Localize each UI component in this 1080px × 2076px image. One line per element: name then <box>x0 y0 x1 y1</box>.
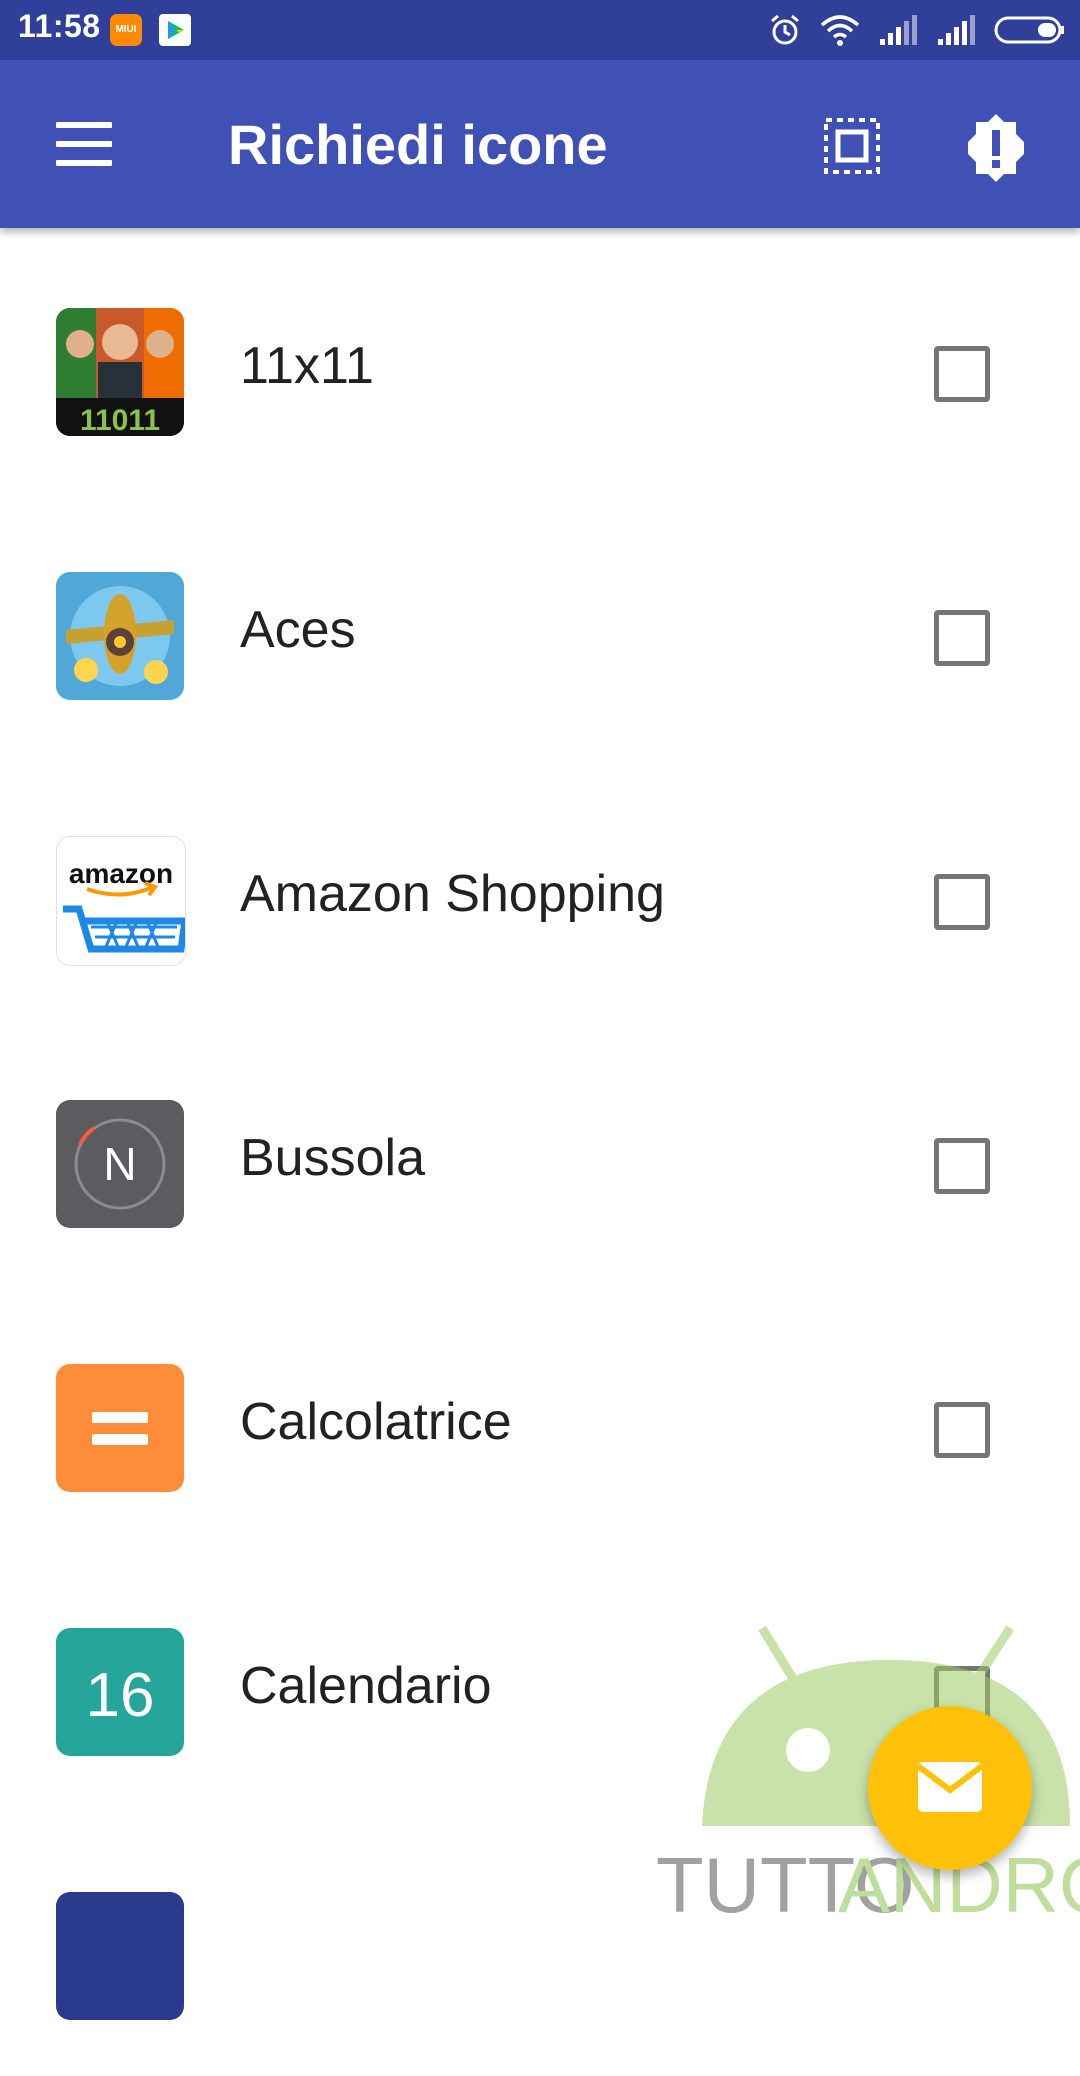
list-item[interactable]: Aces <box>0 492 1080 756</box>
compass-app-icon: N <box>56 1100 184 1228</box>
status-icons <box>768 10 1066 50</box>
11x11-app-icon: 11011 <box>56 308 184 436</box>
list-item[interactable]: amazon Amazon Shopping <box>0 756 1080 1020</box>
compass-letter: N <box>103 1138 136 1190</box>
list-item[interactable]: Calcolatrice <box>0 1284 1080 1548</box>
app-checkbox[interactable] <box>934 1138 990 1194</box>
app-label: Bussola <box>240 1129 425 1187</box>
wifi-icon <box>820 15 860 46</box>
app-label: Aces <box>240 601 356 659</box>
alarm-icon <box>771 14 799 45</box>
send-request-fab[interactable] <box>868 1706 1032 1870</box>
calendar-day: 16 <box>86 1661 155 1730</box>
battery-icon <box>994 16 1064 44</box>
calculator-app-icon <box>56 1364 184 1492</box>
mail-icon <box>916 1762 984 1812</box>
app-label: Calcolatrice <box>240 1393 512 1451</box>
11x11-icon-text: 11011 <box>80 404 160 436</box>
amazon-wordmark: amazon <box>69 858 173 889</box>
aces-app-icon <box>56 572 184 700</box>
partial-app-icon <box>56 1892 184 2020</box>
app-label: Calendario <box>240 1657 492 1715</box>
app-label: Amazon Shopping <box>240 865 665 923</box>
signal-icon <box>938 15 975 45</box>
app-checkbox[interactable] <box>934 1402 990 1458</box>
miui-notification-icon: MIUI <box>110 14 142 46</box>
calendar-app-icon: 16 <box>56 1628 184 1756</box>
signal-icon <box>880 15 917 45</box>
list-item[interactable]: 11011 11x11 <box>0 228 1080 492</box>
app-bar: Richiedi icone <box>0 60 1080 228</box>
menu-icon-line <box>56 141 112 147</box>
status-time: 11:58 <box>18 8 101 44</box>
app-checkbox[interactable] <box>934 874 990 930</box>
select-all-icon[interactable] <box>820 114 884 178</box>
page-title: Richiedi icone <box>228 113 608 176</box>
app-checkbox[interactable] <box>934 610 990 666</box>
menu-icon-line <box>56 122 112 128</box>
list-item[interactable]: N Bussola <box>0 1020 1080 1284</box>
app-label: 11x11 <box>240 337 374 395</box>
menu-icon-line <box>56 160 112 166</box>
alert-badge-icon[interactable] <box>958 110 1034 186</box>
amazon-app-icon: amazon <box>56 836 186 966</box>
app-checkbox[interactable] <box>934 346 990 402</box>
play-store-icon <box>159 14 191 46</box>
status-bar: 11:58 MIUI <box>0 0 1080 60</box>
menu-button[interactable] <box>44 112 124 176</box>
